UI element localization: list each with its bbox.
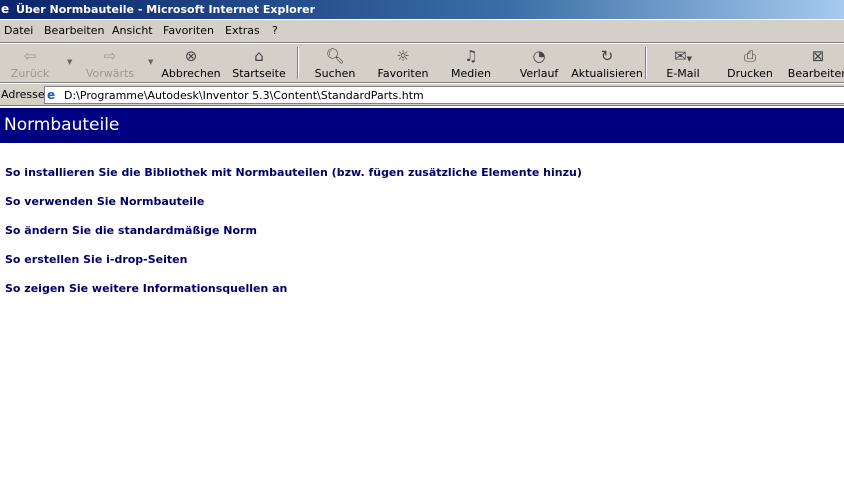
menu-favoriten[interactable]: Favoriten [163, 24, 214, 37]
back-arrow-icon: ⇦ [23, 47, 37, 65]
back-dropdown-icon[interactable]: ▼ [67, 58, 72, 66]
media-button[interactable]: ♫ Medien [451, 47, 491, 80]
forward-button[interactable]: ⇨ Vorwärts [86, 47, 134, 80]
favorites-icon: ☼ [396, 47, 410, 65]
forward-arrow-icon: ⇨ [103, 47, 117, 65]
page-heading: Normbauteile [0, 108, 844, 143]
menu-datei[interactable]: Datei [4, 24, 33, 37]
home-button[interactable]: ⌂ Startseite [232, 47, 286, 80]
media-icon: ♫ [464, 47, 478, 65]
search-button[interactable]: 🔍︎ Suchen [315, 47, 356, 80]
address-label: Adresse [1, 88, 45, 101]
link-install-library[interactable]: So installieren Sie die Bibliothek mit N… [5, 166, 582, 179]
print-button[interactable]: ⎙ Drucken [727, 47, 773, 80]
page-icon: e [47, 88, 56, 102]
history-icon: ◔ [532, 47, 546, 65]
stop-icon: ⊗ [184, 47, 198, 65]
toolbar-separator [645, 47, 647, 79]
edit-button[interactable]: ⊠ Bearbeiten [788, 47, 844, 80]
toolbar-separator [297, 47, 299, 79]
forward-dropdown-icon[interactable]: ▼ [148, 58, 153, 66]
mail-icon: ✉▼ [674, 47, 692, 65]
link-use-parts[interactable]: So verwenden Sie Normbauteile [5, 195, 204, 208]
menu-extras[interactable]: Extras [225, 24, 260, 37]
address-input[interactable]: e D:\Programme\Autodesk\Inventor 5.3\Con… [44, 86, 844, 104]
printer-icon: ⎙ [743, 47, 757, 65]
home-icon: ⌂ [254, 47, 264, 65]
favorites-button[interactable]: ☼ Favoriten [378, 47, 429, 80]
link-create-idrop[interactable]: So erstellen Sie i-drop-Seiten [5, 253, 187, 266]
link-more-info[interactable]: So zeigen Sie weitere Informationsquelle… [5, 282, 287, 295]
stop-button[interactable]: ⊗ Abbrechen [161, 47, 220, 80]
refresh-button[interactable]: ↻ Aktualisieren [571, 47, 643, 80]
mail-button[interactable]: ✉▼ E-Mail [666, 47, 699, 80]
menu-ansicht[interactable]: Ansicht [112, 24, 153, 37]
history-button[interactable]: ◔ Verlauf [520, 47, 559, 80]
toolbar: ⇦ Zurück ▼ ⇨ Vorwärts ▼ ⊗ Abbrechen ⌂ Starts… [0, 43, 844, 83]
ie-icon: e [1, 2, 10, 16]
search-icon: 🔍︎ [325, 47, 345, 65]
edit-icon: ⊠ [811, 47, 825, 65]
menu-bar: Datei Bearbeiten Ansicht Favoriten Extra… [0, 19, 844, 43]
window-title: Über Normbauteile - Microsoft Internet E… [16, 3, 316, 16]
address-url[interactable]: D:\Programme\Autodesk\Inventor 5.3\Conte… [64, 89, 424, 102]
back-button[interactable]: ⇦ Zurück [11, 47, 49, 80]
title-bar: e Über Normbauteile - Microsoft Internet… [0, 0, 844, 19]
address-bar: Adresse e D:\Programme\Autodesk\Inventor… [0, 83, 844, 106]
menu-help[interactable]: ? [272, 24, 278, 37]
refresh-icon: ↻ [600, 47, 614, 65]
menu-bearbeiten[interactable]: Bearbeiten [44, 24, 104, 37]
link-change-standard[interactable]: So ändern Sie die standardmäßige Norm [5, 224, 257, 237]
